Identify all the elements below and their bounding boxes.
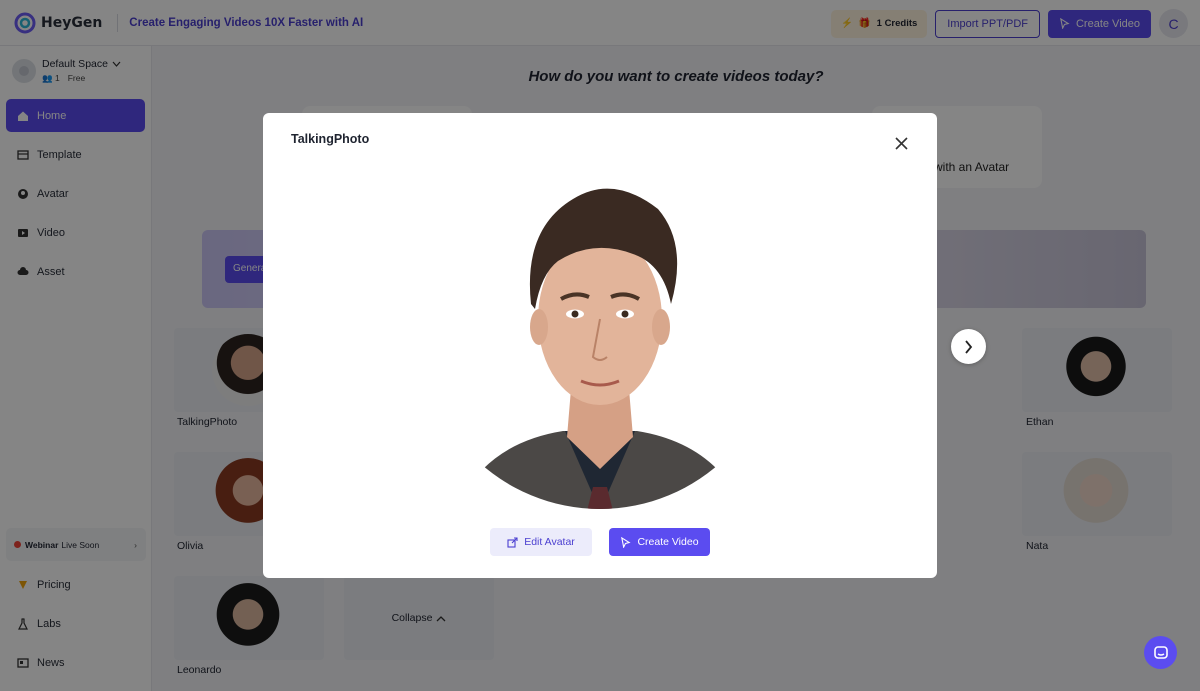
avatar-photo (483, 188, 717, 509)
close-icon[interactable] (895, 137, 908, 150)
chat-icon (1153, 645, 1168, 659)
next-avatar-button[interactable] (951, 329, 986, 364)
modal-title: TalkingPhoto (291, 132, 370, 146)
talkingphoto-modal: TalkingPhoto Edit Avatar Create Video (263, 113, 937, 578)
modal-create-video-button[interactable]: Create Video (609, 528, 710, 556)
modal-create-video-label: Create Video (637, 536, 699, 548)
cursor-icon (621, 536, 631, 548)
edit-avatar-button[interactable]: Edit Avatar (490, 528, 592, 556)
modal-actions: Edit Avatar Create Video (490, 528, 710, 556)
chat-support-button[interactable] (1144, 636, 1177, 669)
edit-avatar-label: Edit Avatar (524, 536, 575, 548)
chevron-right-icon (965, 339, 973, 354)
external-edit-icon (507, 536, 518, 548)
